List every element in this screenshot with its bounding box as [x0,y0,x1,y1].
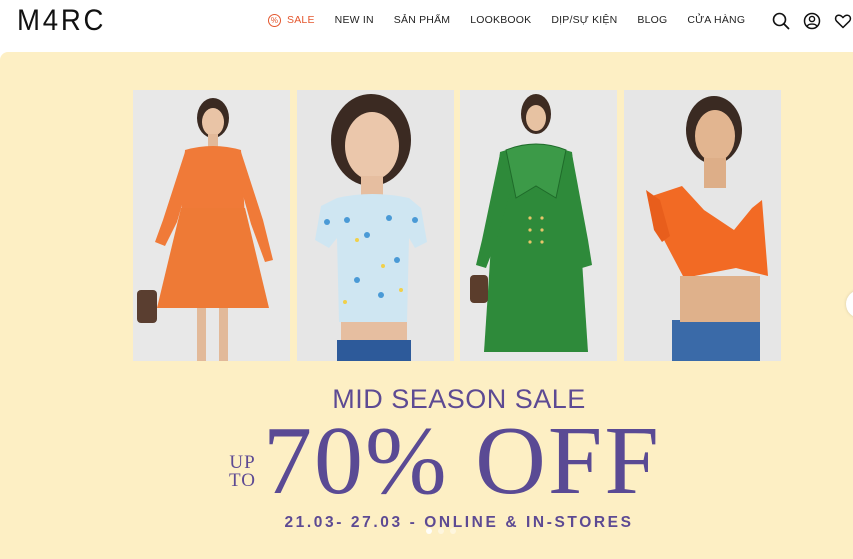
carousel-dot-1[interactable] [426,528,432,534]
nav-item-dip-su-kien[interactable]: DỊP/SỰ KIỆN [551,14,617,26]
nav-item-label: CỬA HÀNG [687,14,746,26]
carousel-next-button[interactable] [846,290,853,318]
model-photo-orange-dress [133,90,290,361]
nav-item-label: LOOKBOOK [470,14,532,26]
heart-icon[interactable] [833,11,853,31]
nav-item-label: SALE [287,14,315,26]
nav-item-san-pham[interactable]: SẢN PHẨM [394,14,450,26]
model-photo-green-dress [460,90,617,361]
search-icon[interactable] [771,11,791,31]
user-icon[interactable] [802,11,822,31]
sale-percent-icon: % [268,13,281,27]
model-photo-orange-top [624,90,781,361]
carousel-dot-2[interactable] [438,528,444,534]
banner-up-to: UP TO [229,453,256,491]
main-nav: % SALE NEW IN SẢN PHẨM LOOKBOOK DỊP/SỰ K… [268,0,765,40]
promo-banner[interactable]: MID SEASON SALE UP TO 70% OFF 21.03- 27.… [0,52,853,559]
nav-item-new-in[interactable]: NEW IN [335,14,374,26]
model-photos [133,90,781,361]
site-header: M4RC % SALE NEW IN SẢN PHẨM LOOKBOOK DỊP… [0,0,853,45]
brand-logo-text: M4RC [17,4,107,37]
nav-item-label: DỊP/SỰ KIỆN [551,14,618,26]
model-photo-floral-top [297,90,454,361]
carousel-dot-3[interactable] [450,528,456,534]
brand-logo[interactable]: M4RC [17,4,114,38]
nav-item-label: SẢN PHẨM [393,14,451,26]
nav-item-sale[interactable]: % SALE [268,13,315,27]
carousel-dots [426,528,462,534]
nav-item-label: NEW IN [334,14,374,26]
banner-up-to-line2: TO [229,470,256,491]
header-icons [760,10,853,32]
nav-item-blog[interactable]: BLOG [637,14,667,26]
nav-item-label: BLOG [637,14,668,26]
nav-item-lookbook[interactable]: LOOKBOOK [470,14,531,26]
nav-item-cua-hang[interactable]: CỬA HÀNG [687,14,745,26]
banner-discount: 70% OFF [263,407,661,515]
